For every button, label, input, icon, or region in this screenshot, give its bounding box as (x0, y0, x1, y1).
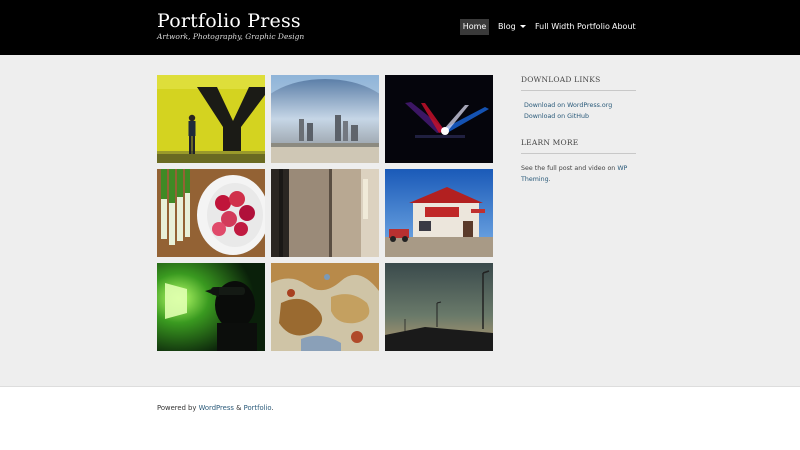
portfolio-thumbnail (271, 75, 379, 163)
portfolio-thumbnail (271, 263, 379, 351)
divider (521, 153, 636, 154)
footer-wordpress-link[interactable]: WordPress (199, 404, 234, 412)
site-footer: Powered by WordPress & Portfolio. (0, 386, 800, 450)
portfolio-item-stage-lights[interactable] (385, 75, 493, 163)
site-title[interactable]: Portfolio Press (157, 10, 301, 32)
site-tagline: Artwork, Photography, Graphic Design (157, 32, 305, 41)
chevron-down-icon (519, 25, 526, 28)
download-wordpress-link[interactable]: Download on WordPress.org (524, 102, 612, 109)
footer-separator: & (236, 404, 242, 412)
nav-home[interactable]: Home (460, 19, 489, 35)
learn-more-heading: LEARN MORE (521, 138, 579, 147)
nav-about[interactable]: About (612, 19, 636, 35)
portfolio-item-yellow-y[interactable] (157, 75, 265, 163)
download-links-heading: DOWNLOAD LINKS (521, 75, 601, 84)
footer-credits: Powered by WordPress & Portfolio. (157, 404, 274, 412)
learn-more-text: See the full post and video on WP Themin… (521, 163, 641, 185)
footer-suffix: . (271, 404, 274, 412)
portfolio-thumbnail (157, 263, 265, 351)
divider (521, 90, 636, 91)
portfolio-thumbnail (271, 169, 379, 257)
portfolio-item-silhouette[interactable] (157, 263, 265, 351)
nav-blog-label: Blog (498, 22, 516, 31)
nav-full-width-label: Full Width Portfolio (535, 22, 610, 31)
portfolio-thumbnail (157, 75, 265, 163)
portfolio-thumbnail (157, 169, 265, 257)
learn-more-text-after: . (548, 176, 551, 183)
download-github-link[interactable]: Download on GitHub (524, 113, 589, 120)
portfolio-thumbnail (385, 75, 493, 163)
nav-blog[interactable]: Blog (498, 19, 526, 35)
portfolio-item-radishes[interactable] (157, 169, 265, 257)
nav-about-label: About (612, 22, 636, 31)
learn-more-text-before: See the full post and video on (521, 165, 616, 172)
portfolio-item-roadside-building[interactable] (385, 169, 493, 257)
site-header: Portfolio Press Artwork, Photography, Gr… (0, 0, 800, 55)
portfolio-thumbnail (385, 263, 493, 351)
footer-portfolio-link[interactable]: Portfolio (244, 404, 272, 412)
nav-home-label: Home (462, 22, 487, 31)
nav-full-width-portfolio[interactable]: Full Width Portfolio (535, 19, 610, 35)
footer-prefix: Powered by (157, 404, 197, 412)
portfolio-thumbnail (385, 169, 493, 257)
portfolio-item-elevator[interactable] (271, 169, 379, 257)
portfolio-item-dusk-sky[interactable] (385, 263, 493, 351)
portfolio-item-peeling-wall[interactable] (271, 263, 379, 351)
portfolio-item-bean-sculpture[interactable] (271, 75, 379, 163)
